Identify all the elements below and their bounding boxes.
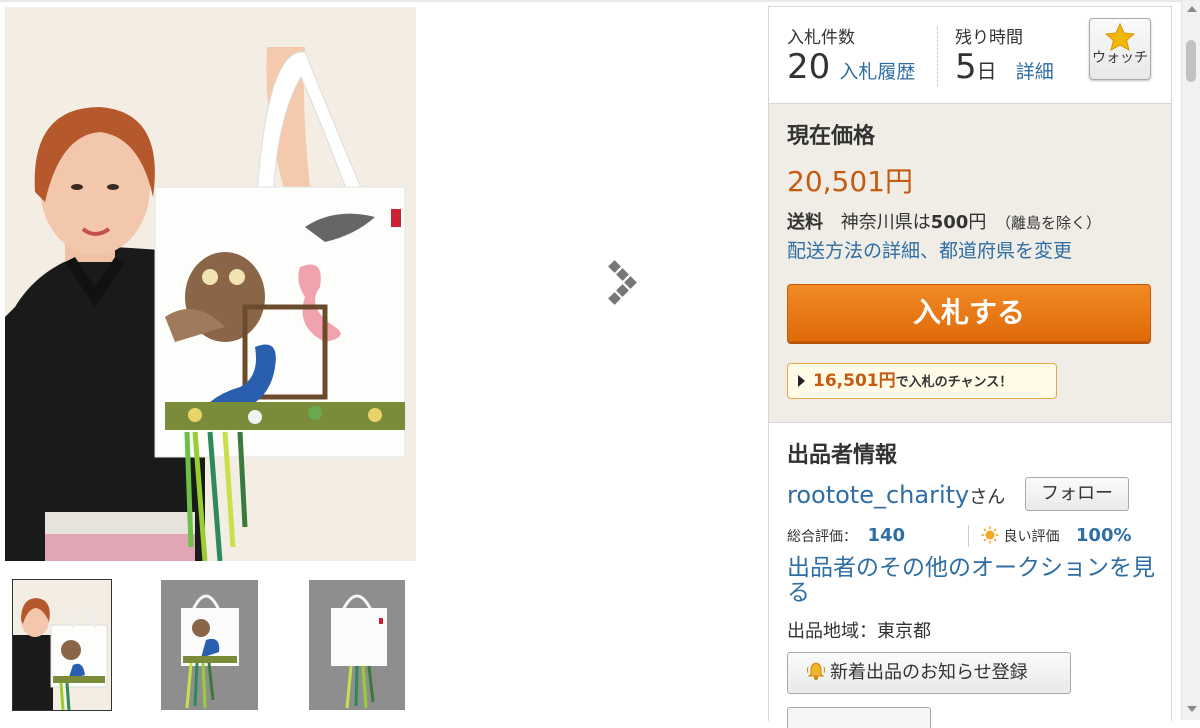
bid-button[interactable]: 入札する: [787, 284, 1151, 342]
bids-count: 20: [787, 47, 831, 87]
time-left-label: 残り時間: [955, 28, 1023, 48]
watch-label: ウォッチ: [1092, 50, 1148, 66]
time-left-unit: 日: [976, 59, 997, 83]
play-icon: [798, 375, 805, 387]
notify-label: 新着出品のお知らせ登録: [830, 662, 1028, 683]
thumbnail-2[interactable]: [161, 580, 258, 710]
window-top-border: [0, 0, 1181, 2]
vertical-scrollbar[interactable]: [1181, 0, 1200, 720]
seller-info-title: 出品者情報: [787, 443, 898, 468]
stats-divider: [937, 27, 938, 87]
shipping-label: 送料: [787, 212, 823, 233]
bids-label: 入札件数: [787, 28, 855, 48]
seller-region: 出品地域：東京都: [787, 621, 931, 642]
price-section: 現在価格 20,501円 送料 神奈川県は500円 （離島を除く） 配送方法の詳…: [769, 104, 1171, 423]
chance-amount: 16,501円: [813, 371, 896, 391]
shipping-yen: 円: [968, 212, 987, 233]
good-rating-value: 100%: [1075, 525, 1132, 546]
partial-button[interactable]: [787, 707, 931, 728]
current-price: 20,501円: [787, 165, 913, 198]
bell-icon: [806, 653, 826, 693]
chevron-right-icon[interactable]: [602, 258, 644, 310]
scroll-up-icon[interactable]: [1187, 6, 1197, 12]
time-left-value: 5: [955, 47, 977, 87]
main-product-image[interactable]: [5, 7, 416, 561]
new-listing-notify-button[interactable]: 新着出品のお知らせ登録: [787, 652, 1071, 694]
total-rating-label: 総合評価：: [787, 529, 857, 545]
shipping-detail-link[interactable]: 配送方法の詳細、都道府県を変更: [787, 236, 1072, 263]
shipping-region: 神奈川県は: [840, 212, 931, 233]
watch-button[interactable]: ウォッチ: [1089, 18, 1151, 80]
sun-icon: [981, 526, 999, 544]
seller-honorific: さん: [969, 487, 1006, 508]
bid-chance-banner[interactable]: 16,501円で入札のチャンス！: [787, 363, 1057, 399]
scroll-thumb[interactable]: [1186, 40, 1196, 82]
thumbnail-3[interactable]: [309, 580, 405, 710]
auction-info-panel: 入札件数 20 入札履歴 残り時間 5日 詳細 ウォッチ 現在価格 20,501…: [768, 6, 1172, 728]
shipping-info: 送料 神奈川県は500円 （離島を除く）: [787, 208, 1101, 234]
bid-history-link[interactable]: 入札履歴: [839, 61, 915, 83]
seller-other-auctions-link[interactable]: 出品者のその他のオークションを見る: [787, 556, 1157, 606]
total-rating: 総合評価： 140: [787, 525, 905, 546]
auction-stats: 入札件数 20 入札履歴 残り時間 5日 詳細 ウォッチ: [769, 7, 1171, 104]
good-rating: 良い評価 100%: [981, 525, 1132, 546]
follow-button[interactable]: フォロー: [1025, 477, 1129, 511]
shipping-note: （離島を除く）: [996, 214, 1102, 232]
shipping-amount: 500: [930, 212, 969, 233]
star-icon: [1105, 23, 1135, 51]
total-rating-value[interactable]: 140: [867, 525, 905, 546]
chance-text: で入札のチャンス！: [895, 375, 1013, 390]
current-price-title: 現在価格: [787, 124, 876, 149]
time-detail-link[interactable]: 詳細: [1016, 61, 1054, 83]
good-rating-label: 良い評価: [1003, 529, 1060, 545]
seller-name-link[interactable]: rootote_charity: [787, 481, 969, 509]
thumbnail-1[interactable]: [12, 579, 112, 711]
scroll-down-icon[interactable]: [1187, 706, 1197, 712]
seller-name-row: rootote_charityさん: [787, 481, 1005, 509]
rating-divider: [968, 525, 969, 547]
